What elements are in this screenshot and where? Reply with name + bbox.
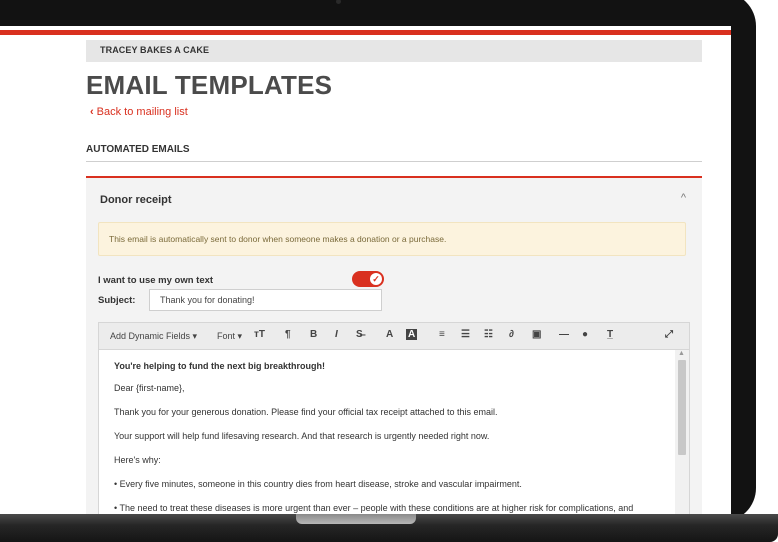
org-name: TRACEY BAKES A CAKE: [100, 45, 210, 55]
chevron-left-icon: ‹: [90, 106, 94, 118]
editor-body[interactable]: You're helping to fund the next big brea…: [99, 350, 673, 514]
align-icon[interactable]: ≡: [439, 329, 445, 340]
font-color-icon[interactable]: A: [386, 329, 393, 340]
link-icon[interactable]: ∂: [509, 329, 514, 340]
bulleted-list-icon[interactable]: ☰: [461, 329, 470, 340]
own-text-toggle[interactable]: ✓: [352, 271, 384, 287]
webcam: [336, 0, 341, 4]
scroll-up-arrow-icon[interactable]: ▲: [678, 350, 685, 357]
italic-icon[interactable]: I: [335, 329, 338, 340]
editor-paragraph: • The need to treat these diseases is mo…: [114, 503, 634, 513]
back-to-mailing-list-link[interactable]: ‹ Back to mailing list: [90, 106, 188, 118]
highlight-icon[interactable]: A: [406, 329, 418, 340]
editor-paragraph: You're helping to fund the next big brea…: [114, 361, 325, 371]
paragraph-icon[interactable]: ¶: [285, 329, 291, 340]
clear-formatting-icon[interactable]: T̲: [607, 329, 613, 340]
accent-stripe: [0, 30, 731, 35]
own-text-label: I want to use my own text: [98, 275, 214, 286]
laptop-hinge-notch: [296, 514, 416, 524]
add-dynamic-fields-dropdown[interactable]: Add Dynamic Fields ▾: [110, 331, 197, 342]
editor-paragraph: Here's why:: [114, 455, 161, 465]
donor-receipt-card: Donor receipt ^ This email is automatica…: [86, 176, 702, 514]
scrollbar-thumb[interactable]: [678, 360, 686, 455]
divider: [86, 161, 702, 162]
editor-paragraph: Thank you for your generous donation. Pl…: [114, 407, 498, 417]
screen: TRACEY BAKES A CAKE EMAIL TEMPLATES ‹ Bac…: [0, 26, 731, 514]
notice-text: This email is automatically sent to dono…: [109, 234, 447, 244]
editor-paragraph: Dear {first-name},: [114, 383, 185, 393]
back-link-label: Back to mailing list: [96, 106, 188, 118]
check-icon: ✓: [370, 273, 382, 285]
font-size-icon[interactable]: тT: [254, 329, 265, 340]
rich-text-editor: Add Dynamic Fields ▾ Font ▾ тT ¶ B I S̶ …: [98, 322, 690, 514]
image-icon[interactable]: ▣: [532, 329, 541, 340]
bold-icon[interactable]: B: [310, 329, 317, 340]
editor-paragraph: Your support will help fund lifesaving r…: [114, 431, 490, 441]
notice-box: This email is automatically sent to dono…: [98, 222, 686, 256]
card-title[interactable]: Donor receipt: [100, 194, 172, 206]
horizontal-rule-icon[interactable]: —: [559, 329, 569, 340]
numbered-list-icon[interactable]: ☷: [484, 329, 493, 340]
subject-label: Subject:: [98, 295, 136, 306]
section-heading: AUTOMATED EMAILS: [86, 144, 190, 155]
editor-toolbar: Add Dynamic Fields ▾ Font ▾ тT ¶ B I S̶ …: [99, 323, 689, 350]
font-dropdown[interactable]: Font ▾: [217, 331, 242, 342]
subject-input[interactable]: [149, 289, 382, 311]
fullscreen-icon[interactable]: ⤢: [665, 329, 673, 340]
editor-scrollbar[interactable]: ▲: [675, 350, 689, 514]
editor-paragraph: • Every five minutes, someone in this co…: [114, 479, 522, 489]
chevron-up-icon[interactable]: ^: [681, 192, 686, 204]
strikethrough-icon[interactable]: S̶: [356, 329, 363, 340]
org-bar: TRACEY BAKES A CAKE: [86, 40, 702, 62]
page-title: EMAIL TEMPLATES: [86, 70, 333, 100]
emoji-icon[interactable]: ●: [582, 329, 588, 340]
